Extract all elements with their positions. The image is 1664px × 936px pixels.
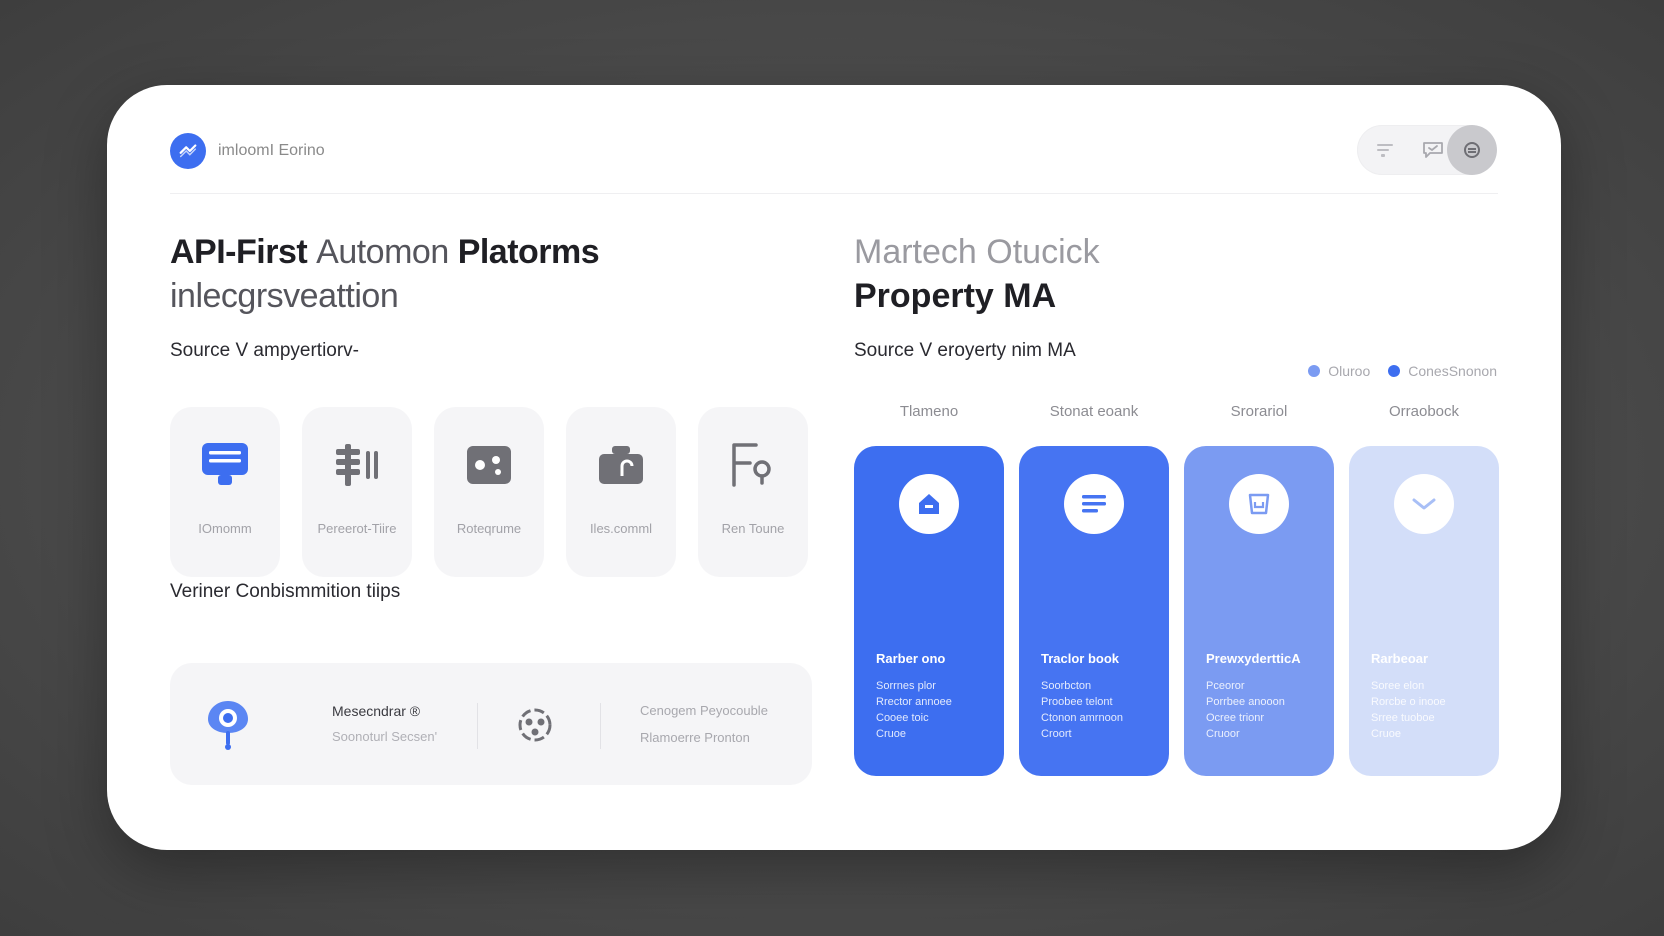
tip-item-1-title: Mesecndrar ® [332, 703, 421, 719]
tips-section-label: Veriner Conbismmition tiips [170, 581, 401, 602]
card-line: Cooee toic [876, 712, 929, 724]
right-title-line-2: Property MA [854, 277, 1057, 315]
chat-card-icon [197, 437, 253, 493]
property-section-label: Source V eroyerty nim MA [854, 340, 1076, 361]
tile-label: IOmomm [198, 521, 252, 536]
card-line: Ctonon amrnoon [1041, 712, 1123, 724]
legend-item[interactable]: Oluroo [1308, 363, 1370, 379]
tip-item-2: Cenogem Peyocouble Rlamoerre Pronton [640, 703, 768, 745]
brand-name: imloomI Eorino [218, 142, 325, 159]
brand[interactable]: imloomI Eorino [170, 133, 325, 169]
property-columns: Tlameno Rarber ono Sorrnes plor Rrector … [854, 403, 1499, 776]
page-title-left: API-First Automon Platorms inlecgrsveatt… [170, 230, 600, 318]
card-title: Traclor book [1041, 651, 1120, 666]
legend-dot [1388, 365, 1401, 377]
card-lines: Sorrnes plor Rrector annoee Cooee toic C… [876, 678, 952, 742]
tile-label: Ren Toune [721, 521, 785, 536]
column-header: Orraobock [1388, 403, 1460, 420]
team-circle-icon[interactable] [515, 703, 555, 752]
tip-divider [477, 703, 478, 749]
card-line: Pceoror [1206, 680, 1245, 692]
source-tile[interactable]: Iles.comml [566, 407, 676, 577]
card-lines: Soorbcton Proobee telont Ctonon amrnoon … [1041, 678, 1123, 742]
source-tile[interactable]: Ren Toune [698, 407, 808, 577]
legend-dot [1308, 365, 1321, 377]
brand-logo-icon [170, 133, 206, 169]
chevron-down-icon [1394, 474, 1454, 534]
header-actions [1357, 125, 1497, 175]
tile-label: Roteqrume [456, 521, 522, 536]
card-line: Ocree trionr [1206, 712, 1265, 724]
right-title-line-1: Martech Otucick [854, 233, 1100, 271]
cup-icon [1229, 474, 1289, 534]
property-column: Stonat eoank Traclor book Soorbcton Proo… [1019, 403, 1169, 776]
card-line: Cruoe [1371, 728, 1401, 740]
home-icon [899, 474, 959, 534]
lines-icon [1064, 474, 1124, 534]
briefcase-icon [593, 437, 649, 493]
file-search-icon [725, 437, 781, 493]
property-column: Tlameno Rarber ono Sorrnes plor Rrector … [854, 403, 1004, 776]
source-tile[interactable]: IOmomm [170, 407, 280, 577]
tile-label: Pereerot-Tiire [317, 521, 397, 536]
card-title: Rarber ono [876, 651, 946, 666]
card-lines: Pceoror Porrbee anooon Ocree trionr Cruo… [1206, 678, 1285, 742]
title-bold-2: Platorms [457, 233, 600, 271]
legend-label: ConesSnonon [1408, 363, 1497, 379]
card-line: Sorrnes plor [876, 680, 936, 692]
column-header: Srorariol [1230, 403, 1288, 420]
source-tile[interactable]: Pereerot-Tiire [302, 407, 412, 577]
property-column: Srorariol PrewxydertticA Pceoror Porrbee… [1184, 403, 1334, 776]
photo-icon [461, 437, 517, 493]
card-line: Proobee telont [1041, 696, 1113, 708]
source-section-label: Source V ampyertiorv- [170, 340, 360, 361]
location-eye-icon[interactable] [204, 695, 252, 756]
card-title: Rarbeoar [1371, 651, 1429, 666]
column-header: Tlameno [899, 403, 959, 420]
card-line: Rrector annoee [876, 696, 952, 708]
card-lines: Soree elon Rorcbe o inooe Srree tuoboe C… [1371, 678, 1446, 742]
tip-item-2-title: Cenogem Peyocouble [640, 703, 768, 718]
property-card[interactable]: Rarbeoar Soree elon Rorcbe o inooe Srree… [1349, 446, 1499, 776]
card-line: Srree tuoboe [1371, 712, 1435, 724]
source-tiles: IOmomm Pereerot-Tiire Roteqrume Iles.com… [170, 407, 808, 577]
page-title-right: Martech Otucick Property MA [854, 230, 1100, 318]
tip-item-1-sub: Soonoturl Secsen' [332, 729, 438, 744]
tip-item-2-sub: Rlamoerre Pronton [640, 730, 750, 745]
tip-item-1: Mesecndrar ® Soonoturl Secsen' [332, 703, 437, 744]
card-line: Porrbee anooon [1206, 696, 1285, 708]
legend-item[interactable]: ConesSnonon [1388, 363, 1497, 379]
property-card[interactable]: Rarber ono Sorrnes plor Rrector annoee C… [854, 446, 1004, 776]
legend: Oluroo ConesSnonon [1308, 363, 1497, 379]
legend-label: Oluroo [1328, 363, 1371, 379]
tile-label: Iles.comml [589, 521, 653, 536]
card-line: Cruoor [1206, 728, 1240, 740]
source-tile[interactable]: Roteqrume [434, 407, 544, 577]
property-card[interactable]: Traclor book Soorbcton Proobee telont Ct… [1019, 446, 1169, 776]
column-header: Stonat eoank [1049, 403, 1139, 420]
property-column: Orraobock Rarbeoar Soree elon Rorcbe o i… [1349, 403, 1499, 776]
card-line: Soorbcton [1041, 680, 1092, 692]
property-card[interactable]: PrewxydertticA Pceoror Porrbee anooon Oc… [1184, 446, 1334, 776]
server-bars-icon [329, 437, 385, 493]
card-line: Soree elon [1371, 680, 1425, 692]
list-icon[interactable] [1371, 136, 1399, 164]
card-line: Cruoe [876, 728, 906, 740]
card-line: Rorcbe o inooe [1371, 696, 1446, 708]
main-card: imloomI Eorino API-First Automon Platorm… [107, 85, 1561, 850]
card-line: Croort [1041, 728, 1072, 740]
header-divider [170, 193, 1498, 194]
shield-chat-icon[interactable] [1419, 136, 1447, 164]
tips-panel: Mesecndrar ® Soonoturl Secsen' Cenogem P… [170, 663, 812, 785]
settings-icon[interactable] [1447, 125, 1497, 175]
tip-divider [600, 703, 601, 749]
card-title: PrewxydertticA [1206, 651, 1301, 666]
title-light: Automon [316, 233, 449, 271]
title-line-2: inlecgrsveattion [170, 277, 399, 315]
title-bold-1: API-First [170, 233, 308, 271]
